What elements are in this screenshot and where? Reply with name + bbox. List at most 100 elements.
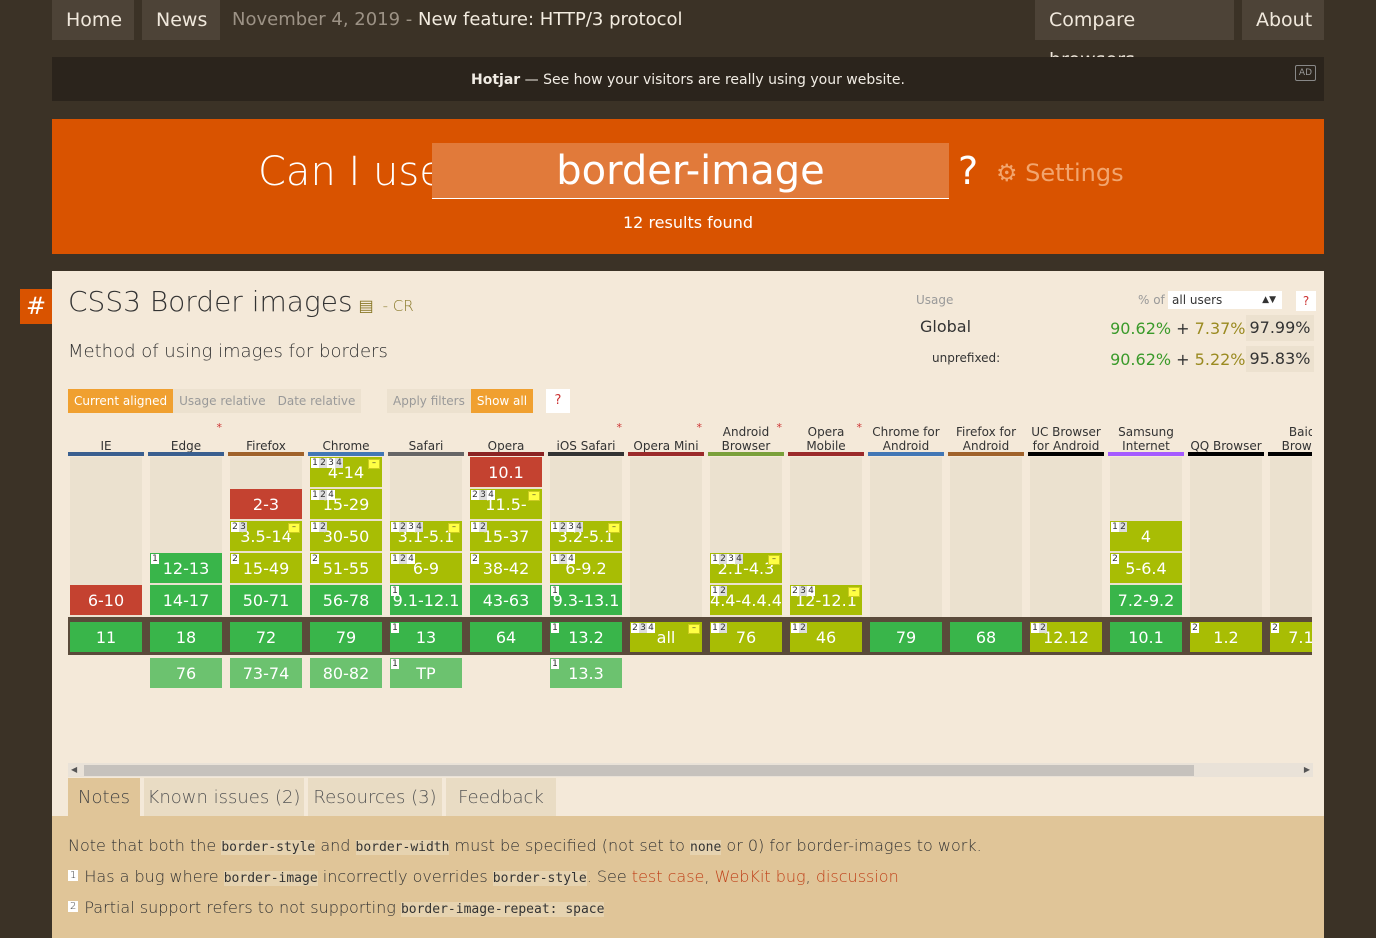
usage-scope-select[interactable]: all users ▲▼ <box>1168 291 1282 309</box>
browser-header[interactable]: Baidu Browser <box>1268 419 1312 455</box>
version-cell[interactable]: 50-71 <box>230 585 302 615</box>
nav-home[interactable]: Home <box>52 0 134 40</box>
version-cell[interactable]: 1 2 3 4–2.1-4.3 <box>710 553 782 583</box>
version-cell[interactable]: 1 TP <box>390 658 462 688</box>
version-cell[interactable]: 6-10 <box>70 585 142 615</box>
version-cell[interactable]: 2-3 <box>230 489 302 519</box>
browser-header[interactable]: Chrome for Android <box>868 419 944 455</box>
version-cell[interactable]: 1 2 12.12 <box>1030 622 1102 652</box>
tab-notes[interactable]: Notes <box>68 778 140 816</box>
version-cell[interactable]: 64 <box>470 622 542 652</box>
version-cell[interactable]: 1 9.3-13.1 <box>550 585 622 615</box>
version-cell[interactable]: 43-63 <box>470 585 542 615</box>
version-label: 9.3-13.1 <box>552 591 620 610</box>
browser-header[interactable]: Opera <box>468 419 544 455</box>
search-input[interactable]: border-image <box>432 143 949 199</box>
version-cell[interactable]: 80-82 <box>310 658 382 688</box>
version-cell[interactable]: 79 <box>310 622 382 652</box>
tab-known-issues[interactable]: Known issues (2) <box>144 778 304 816</box>
version-cell[interactable]: 1 13.3 <box>550 658 622 688</box>
filters-help-button[interactable]: ? <box>546 389 570 413</box>
version-cell[interactable]: 1 2 3 4–3.2-5.1 <box>550 521 622 551</box>
browser-header[interactable]: iOS Safari * <box>548 419 624 455</box>
version-cell[interactable]: 12 4 <box>1110 521 1182 551</box>
version-cell[interactable]: 2 3 4 – all <box>630 622 702 652</box>
version-cell[interactable]: 234–11.5-12.1 <box>470 489 542 546</box>
browser-header[interactable]: Opera Mini * <box>628 419 704 455</box>
browser-header[interactable]: UC Browser for Android <box>1028 419 1104 455</box>
date-relative-button[interactable]: Date relative <box>271 389 362 413</box>
version-cell[interactable]: 2 1.2 <box>1190 622 1262 652</box>
nav-news[interactable]: News <box>142 0 220 40</box>
apply-filters-button[interactable]: Apply filters <box>387 389 471 413</box>
tab-feedback[interactable]: Feedback <box>446 778 556 816</box>
version-cell[interactable]: 2 38-42 <box>470 553 542 583</box>
browser-header[interactable]: Samsung Internet <box>1108 419 1184 455</box>
feature-anchor-link[interactable]: # <box>20 289 52 324</box>
version-cell[interactable]: 1 2 4 6-9 <box>390 553 462 583</box>
browser-header[interactable]: Edge * <box>148 419 224 455</box>
version-cell[interactable]: 73-74 <box>230 658 302 688</box>
show-all-button[interactable]: Show all <box>470 389 534 413</box>
version-cell[interactable]: 76 <box>150 658 222 688</box>
version-cell[interactable]: 2 3 –3.5-14 <box>230 521 302 551</box>
version-cell[interactable]: 2 51-55 <box>310 553 382 583</box>
browser-header[interactable]: Chrome <box>308 419 384 455</box>
version-cell[interactable]: 72 <box>230 622 302 652</box>
current-aligned-button[interactable]: Current aligned <box>68 389 174 413</box>
news-ticker[interactable]: November 4, 2019 - New feature: HTTP/3 p… <box>232 0 683 40</box>
version-cell[interactable]: 27.12 <box>1270 622 1312 652</box>
scrollbar-thumb[interactable] <box>84 765 1194 776</box>
browser-header[interactable]: Android Browser * <box>708 419 784 455</box>
version-cell[interactable]: 1 2 76 <box>710 622 782 652</box>
search-help-button[interactable]: ? <box>958 149 978 193</box>
version-cell[interactable]: 10.1 <box>470 457 542 487</box>
version-cell[interactable]: 1 2 4 15-29 <box>310 489 382 519</box>
browser-header[interactable]: Firefox for Android <box>948 419 1024 455</box>
version-cell[interactable]: 1 2 3 4–3.1-5.1 <box>390 521 462 551</box>
scroll-right-icon[interactable]: ▶ <box>1304 763 1310 777</box>
version-cell[interactable]: 1 2 4 6-9.2 <box>550 553 622 583</box>
version-cell[interactable]: 11 <box>70 622 142 652</box>
version-cell[interactable]: 79 <box>870 622 942 652</box>
version-cell[interactable]: 1 2 46 <box>790 622 862 652</box>
version-cell[interactable]: 1 2 15-37 <box>470 521 542 551</box>
version-cell[interactable]: 10.1 <box>1110 622 1182 652</box>
test-case-link[interactable]: test case <box>632 867 705 886</box>
version-cell[interactable]: 56-78 <box>310 585 382 615</box>
version-cell[interactable]: 1 2 30-50 <box>310 521 382 551</box>
discussion-link[interactable]: discussion <box>816 867 899 886</box>
version-cell[interactable]: 14-17 <box>150 585 222 615</box>
browser-header[interactable]: Opera Mobile * <box>788 419 864 455</box>
version-cell[interactable]: 1 12-13 <box>150 553 222 583</box>
version-cell[interactable]: 18 <box>150 622 222 652</box>
ad-banner[interactable]: Hotjar — See how your visitors are reall… <box>52 57 1324 101</box>
version-cell[interactable]: 2 5-6.4 <box>1110 553 1182 583</box>
browser-header[interactable]: IE <box>68 419 144 455</box>
version-cell[interactable]: 1 13 <box>390 622 462 652</box>
version-cell[interactable]: 1 9.1-12.1 <box>390 585 462 615</box>
version-cell[interactable]: 7.2-9.2 <box>1110 585 1182 615</box>
webkit-bug-link[interactable]: WebKit bug <box>715 867 806 886</box>
nav-compare-browsers[interactable]: Compare browsers <box>1035 0 1234 71</box>
usage-help-button[interactable]: ? <box>1296 291 1316 311</box>
version-cell[interactable]: 1 2 3 4–4-14 <box>310 457 382 487</box>
table-scrollbar[interactable]: ◀ ▶ <box>68 763 1313 777</box>
settings-button[interactable]: ⚙ Settings <box>996 159 1124 187</box>
scroll-left-icon[interactable]: ◀ <box>71 763 77 777</box>
browser-color-bar <box>68 452 144 456</box>
usage-relative-button[interactable]: Usage relative <box>173 389 272 413</box>
spec-status[interactable]: - CR <box>383 297 414 315</box>
news-title[interactable]: New feature: HTTP/3 protocol <box>418 9 682 30</box>
nav-about[interactable]: About <box>1242 0 1324 40</box>
browser-header[interactable]: Firefox <box>228 419 304 455</box>
version-cell[interactable]: 2 3 4–12-12.1 <box>790 585 862 615</box>
tab-resources[interactable]: Resources (3) <box>308 778 442 816</box>
version-cell[interactable]: 1 2 4.4-4.4.4 <box>710 585 782 615</box>
version-cell[interactable]: 1 13.2 <box>550 622 622 652</box>
browser-header[interactable]: Safari <box>388 419 464 455</box>
document-icon[interactable]: ▤ <box>359 296 374 315</box>
version-cell[interactable]: 2 15-49 <box>230 553 302 583</box>
browser-header[interactable]: QQ Browser <box>1188 419 1264 455</box>
version-cell[interactable]: 68 <box>950 622 1022 652</box>
